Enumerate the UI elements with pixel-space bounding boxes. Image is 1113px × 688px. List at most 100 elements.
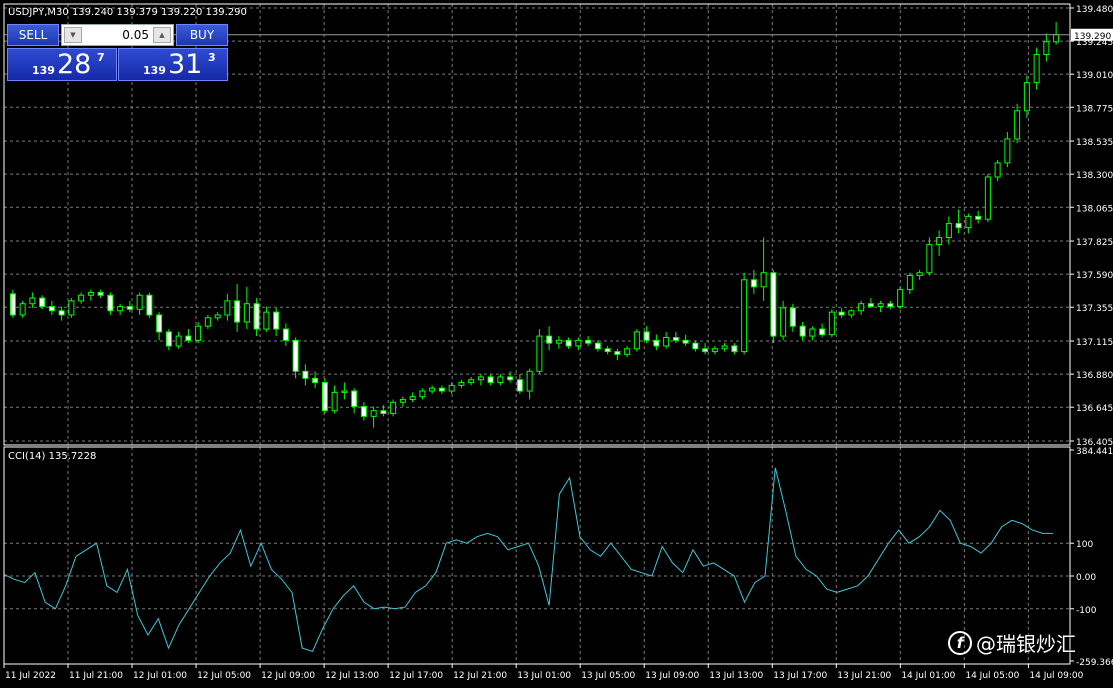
candle-body	[838, 311, 845, 316]
candle-body	[263, 311, 270, 330]
candle-body	[672, 337, 679, 341]
candle-body	[516, 379, 523, 392]
price-tick-label: 137.825	[1076, 238, 1113, 248]
candle-body	[224, 300, 231, 316]
symbol-label: USDJPY,M30 139.240 139.379 139.220 139.2…	[8, 7, 247, 18]
candle-body	[234, 300, 241, 323]
price-tick-label: 137.590	[1076, 271, 1113, 281]
candle-body	[497, 376, 504, 384]
candle-body	[975, 215, 982, 220]
candle-body	[58, 310, 65, 316]
candle-body	[165, 331, 172, 347]
candle-body	[604, 348, 611, 353]
price-tick-label: 139.480	[1076, 5, 1113, 15]
time-tick-label: 13 Jul 13:00	[709, 671, 763, 681]
candle-body	[750, 279, 757, 288]
candle-body	[770, 272, 777, 337]
candle-body	[780, 307, 787, 337]
candle-body	[994, 162, 1001, 178]
price-tick-label: 138.535	[1076, 138, 1113, 148]
candle-body	[29, 297, 36, 305]
candle-body	[507, 376, 514, 381]
ask-price-prefix: 139	[143, 64, 166, 77]
candle-body	[273, 311, 280, 330]
price-tick-label: 138.775	[1076, 104, 1113, 114]
lot-increase-icon[interactable]: ▲	[153, 27, 171, 43]
candle-body	[867, 303, 874, 308]
candle-body	[1023, 82, 1030, 112]
bid-price-big: 28	[57, 49, 92, 80]
candle-body	[175, 335, 182, 347]
price-tick-label: 137.115	[1076, 338, 1113, 348]
candle-body	[965, 215, 972, 229]
one-click-trading-panel: SELL ▼ 0.05 ▲ BUY 139 28 7 139 31 3	[7, 24, 228, 81]
candle-body	[809, 328, 816, 337]
candle-body	[585, 339, 592, 344]
candle-body	[380, 410, 387, 415]
candle-body	[438, 387, 445, 392]
time-tick-label: 14 Jul 09:00	[1029, 671, 1083, 681]
candle-body	[331, 391, 338, 412]
ask-price-pip: 3	[208, 51, 216, 64]
candle-body	[117, 306, 124, 312]
candle-body	[312, 377, 319, 384]
price-tick-label: 139.010	[1076, 71, 1113, 81]
candle-body	[643, 331, 650, 341]
candle-body	[87, 291, 94, 296]
candle-body	[546, 335, 553, 344]
time-tick-label: 11 Jul 2022	[5, 671, 56, 681]
candle-body	[302, 370, 309, 379]
chart-area[interactable]: 139.480139.245139.010138.775138.535138.3…	[0, 0, 1113, 688]
candle-body	[136, 294, 143, 310]
buy-button[interactable]: BUY	[176, 24, 228, 46]
bid-price-box[interactable]: 139 28 7	[7, 48, 117, 81]
candle-body	[799, 325, 806, 337]
candle-body	[468, 379, 475, 384]
lot-value[interactable]: 0.05	[122, 28, 149, 42]
ask-price-box[interactable]: 139 31 3	[118, 48, 228, 81]
candle-body	[1043, 41, 1050, 55]
candle-body	[282, 328, 289, 341]
cci-tick-label: 384.441	[1076, 447, 1113, 457]
time-tick-label: 12 Jul 09:00	[261, 671, 315, 681]
time-tick-label: 12 Jul 05:00	[197, 671, 251, 681]
candle-body	[731, 345, 738, 353]
candle-body	[97, 291, 104, 296]
time-tick-label: 13 Jul 09:00	[645, 671, 699, 681]
candle-body	[887, 303, 894, 308]
candle-body	[419, 390, 426, 398]
price-tick-label: 136.880	[1076, 371, 1113, 381]
current-price-label: 139.290	[1074, 32, 1111, 42]
time-tick-label: 11 Jul 21:00	[69, 671, 123, 681]
candle-body	[351, 390, 358, 408]
candle-body	[19, 303, 26, 316]
price-tick-label: 136.645	[1076, 404, 1113, 414]
candle-body	[848, 310, 855, 316]
candle-body	[653, 339, 660, 347]
candle-body	[926, 244, 933, 274]
candle-body	[107, 294, 114, 312]
candle-body	[429, 387, 436, 392]
candle-body	[195, 325, 202, 341]
candle-body	[409, 396, 416, 400]
candle-body	[243, 303, 250, 323]
candle-body	[760, 272, 767, 288]
candle-body	[399, 398, 406, 403]
candle-body	[253, 303, 260, 330]
watermark-text: @瑞银炒汇	[976, 632, 1076, 656]
lot-decrease-icon[interactable]: ▼	[64, 27, 82, 43]
candle-body	[702, 348, 709, 353]
cci-tick-label: 0.00	[1076, 573, 1096, 583]
candle-body	[955, 222, 962, 229]
candle-body	[126, 306, 133, 310]
lot-size-input[interactable]: ▼ 0.05 ▲	[61, 24, 174, 46]
candle-body	[741, 279, 748, 353]
candle-body	[487, 376, 494, 384]
candle-body	[526, 370, 533, 392]
candle-body	[185, 335, 192, 341]
candle-body	[39, 297, 46, 308]
price-tick-label: 138.065	[1076, 204, 1113, 214]
candle-body	[594, 342, 601, 350]
sell-button[interactable]: SELL	[7, 24, 59, 46]
candle-body	[828, 311, 835, 336]
